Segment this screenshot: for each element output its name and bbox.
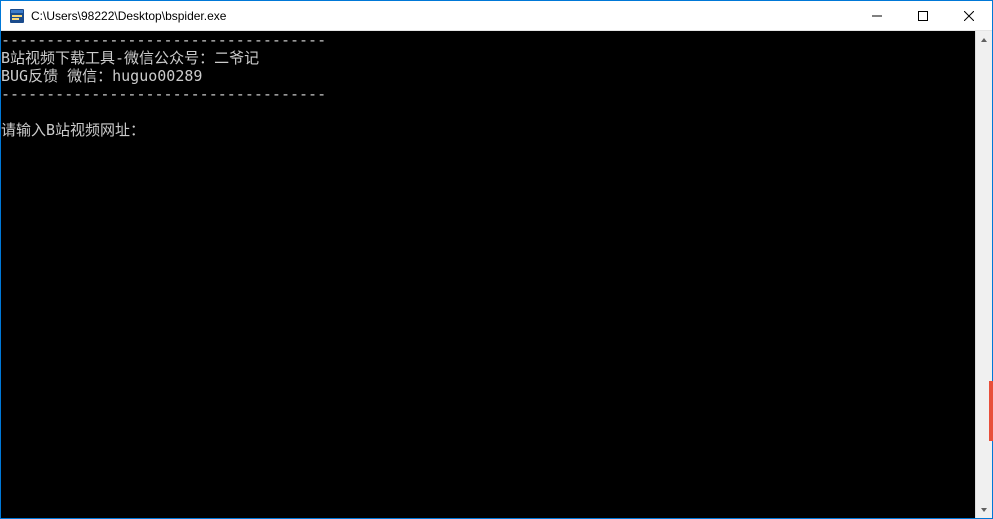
console-line: ------------------------------------ <box>1 31 975 49</box>
console-line: BUG反馈 微信：huguo00289 <box>1 67 975 85</box>
application-window: C:\Users\98222\Desktop\bspider.exe -----… <box>0 0 993 519</box>
overlay-indicator <box>989 381 993 441</box>
console-area: ------------------------------------B站视频… <box>1 31 992 518</box>
console-prompt: 请输入B站视频网址： <box>1 121 975 139</box>
scroll-down-button[interactable] <box>976 501 992 518</box>
maximize-button[interactable] <box>900 1 946 30</box>
app-icon <box>9 8 25 24</box>
titlebar: C:\Users\98222\Desktop\bspider.exe <box>1 1 992 31</box>
window-controls <box>854 1 992 30</box>
console-output[interactable]: ------------------------------------B站视频… <box>1 31 975 518</box>
vertical-scrollbar[interactable] <box>975 31 992 518</box>
close-button[interactable] <box>946 1 992 30</box>
console-line: B站视频下载工具-微信公众号：二爷记 <box>1 49 975 67</box>
minimize-button[interactable] <box>854 1 900 30</box>
console-blank <box>1 103 975 121</box>
scroll-up-button[interactable] <box>976 31 992 48</box>
console-line: ------------------------------------ <box>1 85 975 103</box>
window-title: C:\Users\98222\Desktop\bspider.exe <box>31 9 854 23</box>
